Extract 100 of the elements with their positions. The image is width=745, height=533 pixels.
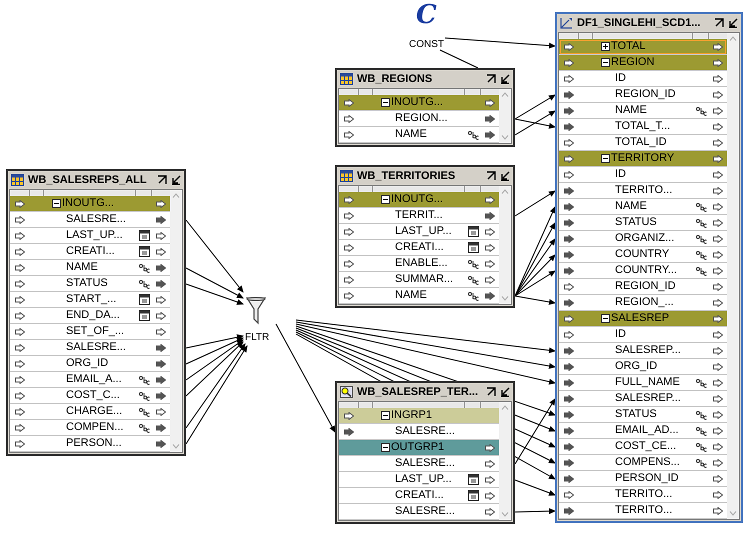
attribute-row[interactable]: SALESREP...: [559, 391, 727, 407]
expand-icon[interactable]: [601, 42, 610, 51]
group-label: INGRP1: [391, 410, 432, 421]
collapse-icon[interactable]: [381, 443, 390, 452]
attribute-row[interactable]: CREATI...: [339, 240, 499, 256]
attribute-row[interactable]: REGION_ID: [559, 87, 727, 103]
attribute-row[interactable]: CHARGE...: [10, 404, 170, 420]
attribute-row[interactable]: SALESRE...: [339, 456, 499, 472]
group-row[interactable]: SALESREP: [559, 311, 727, 327]
attribute-row[interactable]: ORGANIZ...: [559, 231, 727, 247]
attribute-label: SALESREP...: [615, 393, 681, 404]
attribute-row[interactable]: NAME: [10, 260, 170, 276]
attribute-row[interactable]: EMAIL_A...: [10, 372, 170, 388]
attribute-row[interactable]: STATUS: [10, 276, 170, 292]
maximize-icon[interactable]: [486, 387, 496, 397]
attribute-row[interactable]: TOTAL_T...: [559, 119, 727, 135]
maximize-icon[interactable]: [157, 175, 167, 185]
attribute-label: TERRITO...: [615, 505, 672, 516]
attribute-row[interactable]: SALESREP...: [559, 343, 727, 359]
attribute-row[interactable]: COMPEN...: [10, 420, 170, 436]
attribute-row[interactable]: NAME: [559, 199, 727, 215]
minimize-icon[interactable]: [500, 171, 510, 181]
attribute-row[interactable]: LAST_UP...: [339, 224, 499, 240]
attribute-row[interactable]: NAME: [339, 288, 499, 304]
attribute-row[interactable]: ID: [559, 71, 727, 87]
attribute-row[interactable]: TERRIT...: [339, 208, 499, 224]
attribute-row[interactable]: COST_CE...: [559, 439, 727, 455]
attribute-row[interactable]: EMAIL_AD...: [559, 423, 727, 439]
attribute-row[interactable]: COMPENS...: [559, 455, 727, 471]
attribute-row[interactable]: TOTAL_ID: [559, 135, 727, 151]
attribute-label: ORGANIZ...: [615, 233, 674, 244]
attribute-row[interactable]: COST_C...: [10, 388, 170, 404]
group-row[interactable]: REGION: [559, 55, 727, 71]
attribute-row[interactable]: SALESRE...: [339, 504, 499, 520]
attribute-row[interactable]: SET_OF_...: [10, 324, 170, 340]
attribute-row[interactable]: SUMMAR...: [339, 272, 499, 288]
group-row[interactable]: INOUTG...: [10, 196, 170, 212]
attribute-label: REGION...: [395, 113, 448, 124]
minimize-icon[interactable]: [171, 175, 181, 185]
minimize-icon[interactable]: [728, 18, 738, 28]
attribute-row[interactable]: COUNTRY...: [559, 263, 727, 279]
attribute-row[interactable]: ORG_ID: [559, 359, 727, 375]
constant-label: CONST: [409, 40, 444, 50]
collapse-icon[interactable]: [52, 199, 61, 208]
attribute-row[interactable]: FULL_NAME: [559, 375, 727, 391]
attribute-row[interactable]: SALESRE...: [10, 340, 170, 356]
attribute-row[interactable]: TERRITO...: [559, 487, 727, 503]
attribute-row[interactable]: ORG_ID: [10, 356, 170, 372]
grid-icon: [11, 174, 24, 186]
attribute-row[interactable]: SALESRE...: [10, 212, 170, 228]
attribute-row[interactable]: PERSON_ID: [559, 471, 727, 487]
attribute-row[interactable]: STATUS: [559, 215, 727, 231]
group-label: TERRITORY: [611, 153, 674, 164]
attribute-row[interactable]: COUNTRY: [559, 247, 727, 263]
group-row[interactable]: OUTGRP1: [339, 440, 499, 456]
maximize-icon[interactable]: [486, 171, 496, 181]
attribute-row[interactable]: PERSON...: [10, 436, 170, 452]
minimize-icon[interactable]: [500, 387, 510, 397]
attribute-row[interactable]: NAME: [339, 127, 499, 143]
attribute-row[interactable]: REGION_ID: [559, 279, 727, 295]
attribute-row[interactable]: CREATI...: [339, 488, 499, 504]
attribute-row[interactable]: REGION...: [339, 111, 499, 127]
collapse-icon[interactable]: [601, 154, 610, 163]
maximize-icon[interactable]: [486, 74, 496, 84]
attribute-label: TOTAL_ID: [615, 137, 667, 148]
attribute-label: SALESREP...: [615, 345, 681, 356]
group-row[interactable]: TERRITORY: [559, 151, 727, 167]
attribute-row[interactable]: TERRITO...: [559, 503, 727, 519]
collapse-icon[interactable]: [381, 195, 390, 204]
attribute-row[interactable]: STATUS: [559, 407, 727, 423]
attribute-label: LAST_UP...: [66, 230, 123, 241]
attribute-label: ID: [615, 73, 626, 84]
attribute-label: PERSON...: [66, 438, 122, 449]
attribute-row[interactable]: LAST_UP...: [339, 472, 499, 488]
collapse-icon[interactable]: [601, 314, 610, 323]
collapse-icon[interactable]: [601, 58, 610, 67]
group-row[interactable]: INOUTG...: [339, 192, 499, 208]
collapse-icon[interactable]: [381, 98, 390, 107]
attribute-row[interactable]: ENABLE...: [339, 256, 499, 272]
attribute-row[interactable]: CREATI...: [10, 244, 170, 260]
group-row[interactable]: INOUTG...: [339, 95, 499, 111]
group-row[interactable]: TOTAL: [559, 39, 727, 55]
attribute-row[interactable]: LAST_UP...: [10, 228, 170, 244]
attribute-label: END_DA...: [66, 310, 120, 321]
funnel-icon[interactable]: [246, 297, 266, 325]
attribute-row[interactable]: START_...: [10, 292, 170, 308]
attribute-label: TERRITO...: [615, 185, 672, 196]
attribute-row[interactable]: SALESRE...: [339, 424, 499, 440]
attribute-row[interactable]: REGION_...: [559, 295, 727, 311]
attribute-label: PERSON_ID: [615, 473, 679, 484]
attribute-row[interactable]: NAME: [559, 103, 727, 119]
minimize-icon[interactable]: [500, 74, 510, 84]
attribute-label: SUMMAR...: [395, 274, 454, 285]
attribute-row[interactable]: TERRITO...: [559, 183, 727, 199]
group-row[interactable]: INGRP1: [339, 408, 499, 424]
attribute-row[interactable]: ID: [559, 327, 727, 343]
attribute-row[interactable]: ID: [559, 167, 727, 183]
maximize-icon[interactable]: [714, 18, 724, 28]
attribute-row[interactable]: END_DA...: [10, 308, 170, 324]
collapse-icon[interactable]: [381, 411, 390, 420]
